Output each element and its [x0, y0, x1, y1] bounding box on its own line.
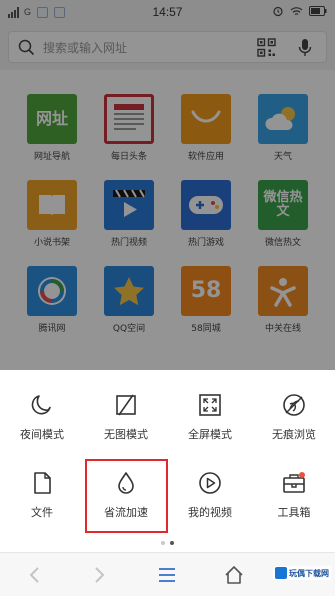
menu-button[interactable]: [155, 563, 179, 587]
watermark: 玩偶下载网: [273, 566, 331, 580]
toolbox-icon: [283, 472, 305, 493]
menu-no-image-mode[interactable]: 无图模式: [84, 392, 168, 442]
menu-night-mode[interactable]: 夜间模式: [0, 392, 84, 442]
no-image-icon: [116, 394, 136, 416]
home-icon: [225, 566, 243, 584]
page-dot: [161, 541, 165, 545]
page-indicator: [0, 541, 335, 545]
home-button[interactable]: [222, 563, 246, 587]
back-button[interactable]: [22, 563, 46, 587]
bottom-nav: 玩偶下载网: [0, 552, 335, 596]
play-circle-icon: [199, 472, 221, 494]
chevron-left-icon: [29, 567, 39, 583]
forward-button[interactable]: [88, 563, 112, 587]
watermark-logo-icon: [275, 567, 287, 579]
fullscreen-icon: [199, 394, 221, 416]
file-icon: [34, 472, 51, 494]
menu-my-videos[interactable]: 我的视频: [168, 470, 252, 520]
page-dot-active: [170, 541, 174, 545]
menu-fullscreen-mode[interactable]: 全屏模式: [168, 392, 252, 442]
moon-icon: [31, 395, 51, 415]
menu-toolbox[interactable]: 工具箱: [252, 470, 335, 520]
menu-incognito[interactable]: 无痕浏览: [252, 392, 335, 442]
menu-file[interactable]: 文件: [0, 470, 84, 520]
menu-icon: [159, 568, 175, 582]
chevron-right-icon: [95, 567, 105, 583]
incognito-icon: [283, 394, 305, 416]
highlight-box: [85, 459, 168, 533]
dim-overlay[interactable]: [0, 0, 335, 370]
